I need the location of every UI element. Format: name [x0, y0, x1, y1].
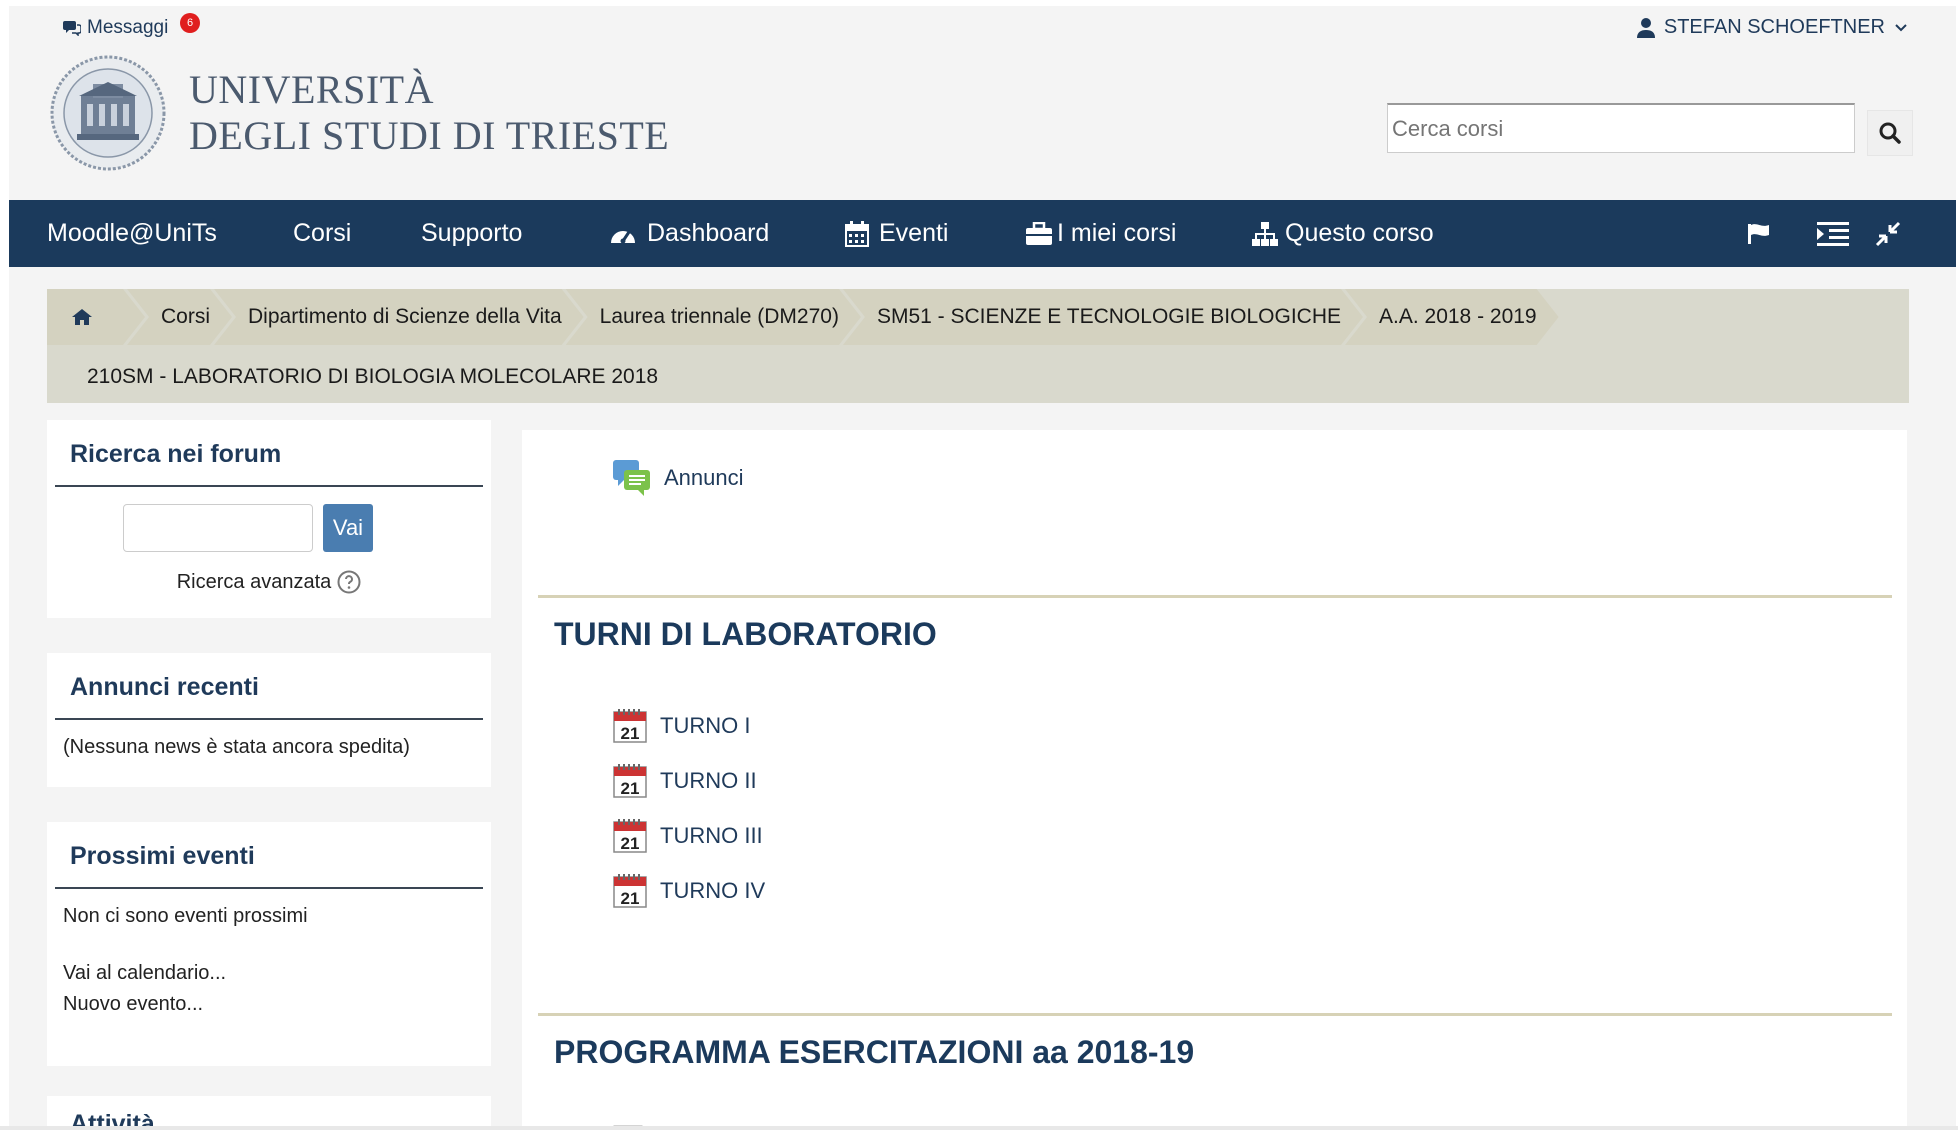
- breadcrumb-item-degree[interactable]: Laurea triennale (DM270): [566, 289, 861, 345]
- search-button[interactable]: [1867, 110, 1913, 156]
- go-to-calendar-link[interactable]: Vai al calendario...: [63, 962, 475, 985]
- messages-label: Messaggi: [87, 17, 169, 38]
- university-logo[interactable]: UNIVERSITÀ DEGLI STUDI DI TRIESTE: [49, 54, 669, 172]
- section-title-exercise-program: PROGRAMMA ESERCITAZIONI aa 2018-19: [554, 1034, 1195, 1070]
- user-icon: [1636, 17, 1655, 38]
- messages-count-badge: 6: [180, 13, 200, 33]
- nav-item-support[interactable]: Supporto: [421, 200, 522, 267]
- course-content: Annunci TURNI DI LABORATORIO 21 TURNO I …: [522, 430, 1907, 1130]
- section-divider: [538, 595, 1892, 598]
- nav-label-support: Supporto: [421, 219, 523, 247]
- nav-item-events[interactable]: Eventi: [845, 200, 948, 267]
- advanced-search-link[interactable]: Ricerca avanzata: [177, 571, 332, 594]
- home-icon: [71, 308, 93, 326]
- block-upcoming-events: Prossimi eventi Non ci sono eventi pross…: [47, 822, 491, 1066]
- nav-label-courses: Corsi: [293, 219, 352, 247]
- svg-text:21: 21: [621, 834, 640, 853]
- forum-search-input[interactable]: [123, 504, 313, 552]
- nav-flag-button[interactable]: [1747, 200, 1771, 267]
- nav-label-my-courses: I miei corsi: [1057, 219, 1177, 247]
- nav-label-this-course: Questo corso: [1285, 219, 1434, 247]
- search-icon: [1879, 122, 1901, 144]
- nav-item-this-course[interactable]: Questo corso: [1251, 200, 1434, 267]
- logo-line-1: UNIVERSITÀ: [189, 67, 434, 112]
- activity-turno-1[interactable]: 21 TURNO I: [612, 708, 750, 744]
- breadcrumb-item-department[interactable]: Dipartimento di Scienze della Vita: [214, 289, 584, 345]
- block-recent-news: Annunci recenti (Nessuna news è stata an…: [47, 653, 491, 787]
- breadcrumb-current: 210SM - LABORATORIO DI BIOLOGIA MOLECOLA…: [87, 365, 659, 388]
- breadcrumb-home[interactable]: [47, 289, 145, 345]
- nav-compress-button[interactable]: [1875, 200, 1901, 267]
- block-title: Ricerca nei forum: [55, 420, 483, 487]
- calendar-activity-icon: 21: [613, 819, 647, 853]
- activity-label: TURNO IV: [660, 878, 766, 903]
- block-title: Annunci recenti: [55, 653, 483, 720]
- activity-turno-3[interactable]: 21 TURNO III: [612, 818, 763, 854]
- forum-icon: [613, 460, 650, 496]
- logo-line-2: DEGLI STUDI DI TRIESTE: [189, 113, 670, 158]
- nav-item-home[interactable]: Moodle@UniTs: [47, 200, 217, 267]
- sitemap-icon: [1252, 221, 1278, 246]
- section-divider: [538, 1013, 1892, 1016]
- svg-text:21: 21: [621, 779, 640, 798]
- activity-label: TURNO II: [660, 768, 757, 793]
- breadcrumb-item-year[interactable]: A.A. 2018 - 2019: [1345, 289, 1559, 345]
- comments-icon: [63, 21, 81, 36]
- activity-label: TURNO I: [660, 713, 751, 738]
- indent-icon: [1817, 221, 1849, 246]
- main-navbar: Moodle@UniTs Corsi Supporto Dashboard Ev…: [9, 200, 1956, 267]
- user-menu[interactable]: STEFAN SCHOEFTNER: [1636, 16, 1908, 39]
- page-frame: Messaggi 6 STEFAN SCHOEFTNER UNIVERSITÀ: [9, 6, 1956, 1130]
- course-search-input[interactable]: [1387, 103, 1855, 153]
- activity-turno-2[interactable]: 21 TURNO II: [612, 763, 757, 799]
- block-title: Prossimi eventi: [55, 822, 483, 889]
- university-seal-icon: [50, 55, 166, 171]
- nav-toggle-drawer-button[interactable]: [1817, 200, 1849, 267]
- svg-text:21: 21: [621, 724, 640, 743]
- help-icon[interactable]: [337, 570, 361, 594]
- announcements-link[interactable]: Annunci: [612, 458, 744, 498]
- nav-label-home: Moodle@UniTs: [47, 219, 217, 247]
- calendar-activity-icon: 21: [613, 764, 647, 798]
- nav-item-courses[interactable]: Corsi: [293, 200, 351, 267]
- compress-icon: [1875, 221, 1901, 246]
- section-title-lab-shifts: TURNI DI LABORATORIO: [554, 616, 937, 652]
- nav-label-events: Eventi: [879, 219, 949, 247]
- calendar-activity-icon: 21: [613, 874, 647, 908]
- nav-item-my-courses[interactable]: I miei corsi: [1025, 200, 1176, 267]
- no-events-text: Non ci sono eventi prossimi: [63, 905, 308, 927]
- nav-label-dashboard: Dashboard: [647, 219, 770, 247]
- user-name: STEFAN SCHOEFTNER: [1663, 16, 1885, 38]
- block-title: Attività: [70, 1110, 155, 1130]
- messages-link[interactable]: Messaggi 6: [63, 13, 200, 39]
- breadcrumb: Corsi Dipartimento di Scienze della Vita…: [47, 289, 1909, 403]
- calendar-icon: [845, 220, 869, 247]
- chevron-down-icon: [1895, 23, 1907, 31]
- activity-turno-4[interactable]: 21 TURNO IV: [612, 873, 765, 909]
- block-forum-search: Ricerca nei forum Vai Ricerca avanzata: [47, 420, 491, 618]
- flag-icon: [1748, 223, 1769, 244]
- activity-label: TURNO III: [660, 823, 763, 848]
- bottom-edge: [0, 1126, 1958, 1130]
- breadcrumb-label: Dipartimento di Scienze della Vita: [248, 305, 562, 328]
- dashboard-icon: [611, 230, 635, 243]
- announcements-label: Annunci: [664, 465, 744, 490]
- new-event-link[interactable]: Nuovo evento...: [63, 993, 475, 1016]
- block-activities: Attività: [47, 1096, 491, 1130]
- nav-item-dashboard[interactable]: Dashboard: [609, 200, 769, 267]
- breadcrumb-item-program[interactable]: SM51 - SCIENZE E TECNOLOGIE BIOLOGICHE: [843, 289, 1363, 345]
- breadcrumb-label: Laurea triennale (DM270): [599, 305, 839, 328]
- briefcase-icon: [1026, 221, 1052, 245]
- recent-news-empty-text: (Nessuna news è stata ancora spedita): [63, 736, 410, 758]
- calendar-activity-icon: 21: [613, 709, 647, 743]
- breadcrumb-label: A.A. 2018 - 2019: [1379, 305, 1537, 328]
- svg-text:21: 21: [621, 889, 640, 908]
- breadcrumb-label: Corsi: [161, 305, 211, 328]
- forum-search-button[interactable]: Vai: [323, 504, 373, 552]
- breadcrumb-label: SM51 - SCIENZE E TECNOLOGIE BIOLOGICHE: [876, 305, 1341, 328]
